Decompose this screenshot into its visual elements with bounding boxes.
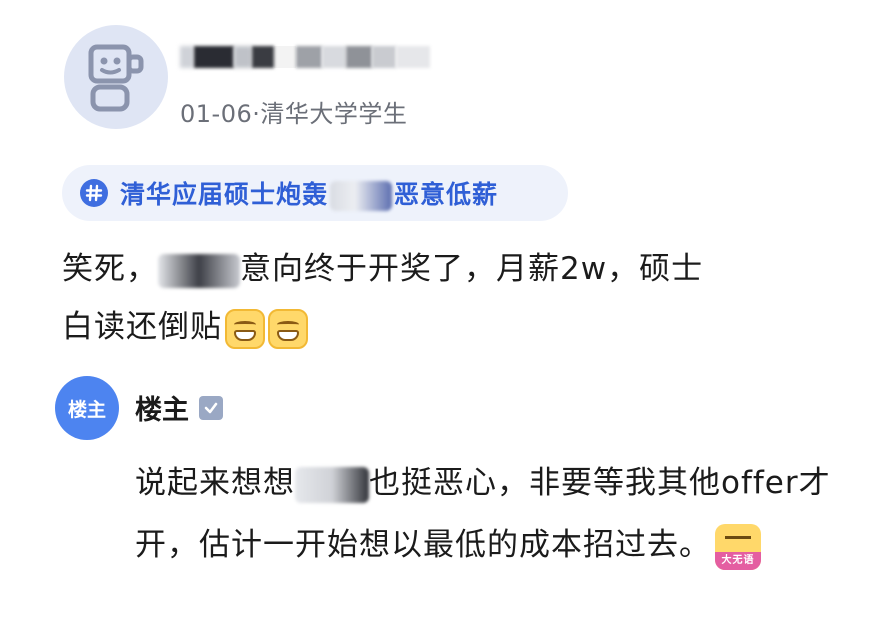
redacted-patch (295, 466, 369, 503)
grin-emoji-icon (268, 308, 308, 349)
reply-avatar-label: 楼主 (67, 398, 106, 421)
reply-avatar[interactable]: 楼主 (55, 376, 119, 440)
post-body: 笑死， 意向终于开奖了，月薪2w，硕士 白读还倒贴 (62, 240, 822, 356)
redacted-patch (158, 253, 240, 288)
reply-body: 说起来想想 也挺恶心，非要等我其他offer才开，估计一开始想以最低的成本招过去。… (135, 452, 835, 576)
grin-emoji-icon (225, 308, 265, 349)
robot-avatar-icon (88, 44, 144, 112)
emoji-caption: 大无语 (715, 551, 761, 570)
post-body-part1: 笑死， (62, 251, 158, 287)
speechless-emoji-icon: 大无语 (715, 523, 761, 570)
topic-text-start: 清华应届硕士炮轰 (120, 180, 329, 209)
reply-author-name: 楼主 (135, 395, 189, 426)
topic-text-end: 恶意低薪 (394, 180, 499, 209)
verified-icon (199, 395, 223, 420)
user-avatar[interactable] (64, 25, 168, 129)
hashtag-icon (80, 179, 108, 207)
username-redacted (180, 42, 430, 72)
reply-text-start: 说起来想想 (135, 465, 295, 501)
post-body-line2: 白读还倒贴 (62, 309, 222, 345)
redacted-patch (330, 181, 393, 211)
topic-chip[interactable]: 清华应届硕士炮轰 恶意低薪 (62, 165, 568, 221)
reply-author[interactable]: 楼主 (135, 388, 223, 427)
post-body-part2: 意向终于开奖了，月薪2w，硕士 (240, 251, 704, 287)
post-meta: 01-06·清华大学学生 (180, 100, 408, 128)
